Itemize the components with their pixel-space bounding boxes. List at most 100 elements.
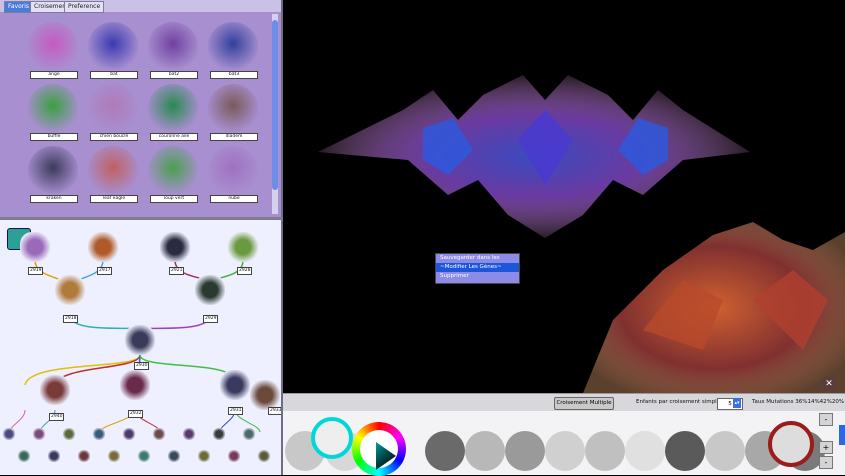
zoom-out-button[interactable]: - (819, 413, 833, 426)
favorite-thumbnail (88, 84, 138, 132)
collapse-button[interactable]: - (819, 456, 833, 469)
favorite-item[interactable]: nube (202, 142, 264, 208)
genealogy-leaf-node[interactable] (198, 450, 210, 462)
offspring-thumbnail[interactable] (545, 431, 585, 471)
genealogy-node-label: 2917 (97, 267, 113, 275)
zoom-in-button[interactable]: + (819, 441, 833, 454)
genealogy-leaf-node[interactable] (168, 450, 180, 462)
tab-preference[interactable]: Preference (64, 1, 105, 13)
favorite-thumbnail (28, 84, 78, 132)
strip-scroll-handle[interactable] (839, 425, 845, 445)
favorites-scrollbar[interactable] (272, 14, 278, 214)
favorite-item[interactable]: loup vert (142, 142, 204, 208)
favorite-thumbnail (28, 146, 78, 194)
favorite-thumbnail (208, 22, 258, 70)
genealogy-leaf-node[interactable] (93, 428, 105, 440)
offspring-thumbnail[interactable] (505, 431, 545, 471)
genealogy-leaf-node[interactable] (123, 428, 135, 440)
favorite-item[interactable]: ange (22, 18, 84, 84)
menu-item-save-favorites[interactable]: Sauvegarder dans les Favoris (436, 254, 519, 270)
genealogy-node-label: 2929 (203, 315, 219, 323)
genealogy-leaf-node[interactable] (138, 450, 150, 462)
genealogy-node[interactable] (125, 325, 155, 355)
favorite-label: nube (210, 195, 258, 203)
offspring-thumbnail[interactable] (425, 431, 465, 471)
favorite-item[interactable]: bat3 (202, 18, 264, 84)
favorite-thumbnail (148, 84, 198, 132)
offspring-thumbnail[interactable] (625, 431, 665, 471)
genealogy-node-label: 2928 (237, 267, 253, 275)
favorite-label: ange (30, 71, 78, 79)
favorite-item[interactable]: buffle (22, 80, 84, 146)
color-triangle[interactable] (376, 442, 396, 470)
genealogy-leaf-node[interactable] (18, 450, 30, 462)
genealogy-node[interactable] (220, 370, 250, 400)
offspring-thumbnail[interactable] (665, 431, 705, 471)
genealogy-leaf-node[interactable] (48, 450, 60, 462)
favorite-thumbnail (28, 22, 78, 70)
genealogy-leaf-node[interactable] (78, 450, 90, 462)
genealogy-node-label: 2932 (128, 410, 144, 418)
genealogy-leaf-node[interactable] (153, 428, 165, 440)
genealogy-node[interactable] (228, 232, 258, 262)
favorite-label: chien bouclé (90, 133, 138, 141)
scrollbar-thumb[interactable] (272, 20, 278, 190)
genealogy-node-label: 2919 (28, 267, 44, 275)
favorite-label: buffle (30, 133, 78, 141)
favorite-item[interactable]: couronne aile (142, 80, 204, 146)
mutation-rate-label: Taux Mutations 36%14%42%20% (752, 399, 845, 405)
genealogy-node-label: 2921 (169, 267, 185, 275)
favorite-label: kraken (30, 195, 78, 203)
genealogy-node[interactable] (120, 370, 150, 400)
favorite-item[interactable]: bat (82, 18, 144, 84)
genealogy-node-label: 2933 (268, 407, 282, 415)
menu-item-delete[interactable]: Supprimer (436, 272, 519, 281)
spinner-arrow-icon[interactable]: ▴▾ (733, 398, 741, 408)
genealogy-leaf-node[interactable] (243, 428, 255, 440)
favorite-item[interactable]: kraken (22, 142, 84, 208)
fractal-render (318, 75, 845, 393)
genealogy-node[interactable] (55, 275, 85, 305)
favorite-label: loup vert (150, 195, 198, 203)
cross-multiple-button[interactable]: Croisement Multiple (554, 397, 614, 410)
tab-favoris[interactable]: Favoris (4, 1, 34, 13)
fractal-view[interactable] (283, 0, 845, 393)
genealogy-leaf-node[interactable] (33, 428, 45, 440)
favorite-thumbnail (88, 146, 138, 194)
favorite-label: bat (90, 71, 138, 79)
close-icon[interactable]: ✕ (822, 378, 836, 390)
genealogy-panel: 2919 2917 2921 2928 2918 2929 2930 2940 2932 2931… (0, 220, 283, 475)
genealogy-node[interactable] (160, 232, 190, 262)
selected-offspring[interactable] (768, 421, 814, 467)
favorite-thumbnail (208, 146, 258, 194)
menu-item-modify-genes[interactable]: ~Modifier Les Gènes~ (436, 263, 519, 272)
genealogy-node[interactable] (20, 232, 50, 262)
favorite-item[interactable]: diadem (202, 80, 264, 146)
genealogy-leaf-node[interactable] (213, 428, 225, 440)
active-offspring[interactable] (311, 417, 353, 459)
favorite-item[interactable]: chien bouclé (82, 80, 144, 146)
offspring-thumbnail[interactable] (705, 431, 745, 471)
genealogy-node[interactable] (40, 375, 70, 405)
color-wheel[interactable] (352, 422, 406, 476)
genealogy-node-label: 2940 (49, 413, 65, 421)
genealogy-node-label: 2931 (228, 407, 244, 415)
genealogy-leaf-node[interactable] (108, 450, 120, 462)
genealogy-leaf-node[interactable] (3, 428, 15, 440)
favorite-item[interactable]: leaf eagle (82, 142, 144, 208)
favorites-panel: Favoris Croisement Preference ange bat bat… (0, 0, 283, 217)
genealogy-leaf-node[interactable] (258, 450, 270, 462)
genealogy-leaf-node[interactable] (228, 450, 240, 462)
favorite-item[interactable]: bat2 (142, 18, 204, 84)
offspring-thumbnail[interactable] (465, 431, 505, 471)
genealogy-node[interactable] (195, 275, 225, 305)
favorite-label: couronne aile (150, 133, 198, 141)
genealogy-leaf-node[interactable] (183, 428, 195, 440)
tab-bar: Favoris Croisement Preference (0, 0, 281, 13)
favorite-thumbnail (148, 146, 198, 194)
offspring-thumbnail[interactable] (585, 431, 625, 471)
genealogy-leaf-node[interactable] (63, 428, 75, 440)
genealogy-node[interactable] (88, 232, 118, 262)
genealogy-node[interactable] (250, 380, 280, 410)
color-wheel-inner (360, 430, 398, 470)
